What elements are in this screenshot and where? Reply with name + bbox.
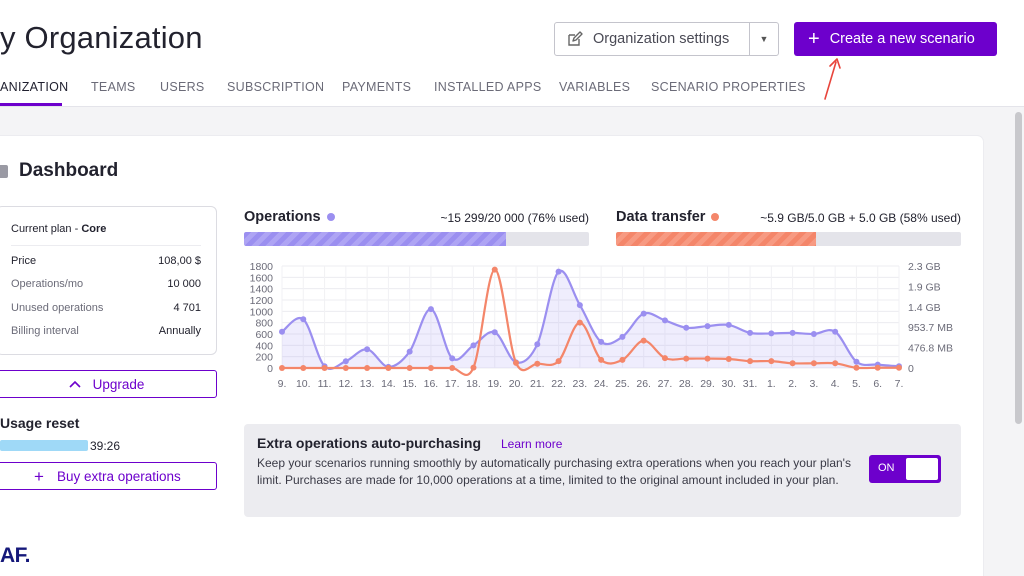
auto-purchase-toggle[interactable]: ON xyxy=(869,455,941,483)
tab-scenario-properties[interactable]: SCENARIO PROPERTIES xyxy=(651,80,806,94)
plan-row-key: Operations/mo xyxy=(11,278,84,290)
auto-purchase-description: Keep your scenarios running smoothly by … xyxy=(257,456,851,487)
plan-row-unused-operations: Unused operations 4 701 xyxy=(11,302,201,314)
operations-legend-dot xyxy=(326,213,335,221)
caret-down-icon: ▼ xyxy=(759,34,769,44)
plan-divider xyxy=(11,245,201,246)
plan-row-operations: Operations/mo 10 000 xyxy=(11,278,201,290)
operations-progress-bar xyxy=(244,232,589,246)
tab-variables[interactable]: VARIABLES xyxy=(559,80,630,94)
usage-reset-time: 39:26 xyxy=(90,439,121,453)
toggle-label: ON xyxy=(878,462,895,474)
organization-settings-dropdown[interactable]: ▼ xyxy=(749,22,779,56)
operations-progress-fill xyxy=(244,232,507,246)
plan-row-key: Price xyxy=(11,255,37,267)
data-transfer-progress-fill xyxy=(616,232,817,246)
organization-settings-button[interactable]: Organization settings xyxy=(554,22,750,56)
data-transfer-progress-bar xyxy=(616,232,961,246)
tab-organization[interactable]: ANIZATION xyxy=(0,80,68,94)
operations-usage: ~15 299/20 000 (76% used) xyxy=(440,211,589,225)
data-transfer-usage: ~5.9 GB/5.0 GB + 5.0 GB (58% used) xyxy=(760,211,961,225)
current-plan-prefix: Current plan - xyxy=(11,223,82,235)
plus-icon: + xyxy=(34,466,44,486)
upgrade-label: Upgrade xyxy=(92,376,145,392)
logo: AF. xyxy=(0,544,31,567)
plan-row-value: Annually xyxy=(158,325,201,337)
data-transfer-metric-title: Data transfer xyxy=(616,209,720,225)
create-scenario-button[interactable]: + Create a new scenario xyxy=(794,22,997,56)
current-plan-header: Current plan - Core xyxy=(11,223,106,235)
current-plan-name: Core xyxy=(81,223,107,235)
plan-row-value: 4 701 xyxy=(173,302,201,314)
collapse-icon[interactable] xyxy=(0,165,8,178)
tab-subscription[interactable]: SUBSCRIPTION xyxy=(227,80,324,94)
plan-row-key: Billing interval xyxy=(11,325,79,337)
redacted-date xyxy=(0,440,88,451)
operations-metric-title: Operations xyxy=(244,209,335,225)
active-tab-indicator xyxy=(0,103,62,106)
operations-title: Operations xyxy=(244,209,321,225)
edit-icon xyxy=(567,31,583,47)
data-transfer-title: Data transfer xyxy=(616,209,706,225)
tab-bar: ANIZATION TEAMS USERS SUBSCRIPTION PAYME… xyxy=(0,78,1024,107)
tab-installed-apps[interactable]: INSTALLED APPS xyxy=(434,80,541,94)
plan-row-value: 10 000 xyxy=(167,278,201,290)
page-title: y Organization xyxy=(0,20,203,55)
learn-more-link[interactable]: Learn more xyxy=(501,437,562,451)
organization-settings-label: Organization settings xyxy=(593,31,730,47)
buy-extra-operations-label: Buy extra operations xyxy=(56,468,181,484)
tab-payments[interactable]: PAYMENTS xyxy=(342,80,411,94)
create-scenario-label: Create a new scenario xyxy=(829,31,975,47)
plan-row-price: Price 108,00 $ xyxy=(11,255,201,267)
scrollbar-thumb[interactable] xyxy=(1015,112,1022,424)
dashboard-title: Dashboard xyxy=(19,160,119,181)
plan-row-key: Unused operations xyxy=(11,302,104,314)
tab-teams[interactable]: TEAMS xyxy=(91,80,136,94)
usage-reset-title: Usage reset xyxy=(0,415,80,431)
plan-row-value: 108,00 $ xyxy=(158,255,201,267)
plus-icon: + xyxy=(808,28,820,50)
data-transfer-legend-dot xyxy=(711,213,720,221)
toggle-knob xyxy=(906,458,938,480)
tab-users[interactable]: USERS xyxy=(160,80,205,94)
chevron-up-icon xyxy=(69,380,81,388)
plan-row-billing-interval: Billing interval Annually xyxy=(11,325,201,337)
buy-extra-operations-button[interactable]: + Buy extra operations xyxy=(0,462,217,490)
upgrade-button[interactable]: Upgrade xyxy=(0,370,217,398)
auto-purchase-title: Extra operations auto-purchasing xyxy=(257,435,482,451)
